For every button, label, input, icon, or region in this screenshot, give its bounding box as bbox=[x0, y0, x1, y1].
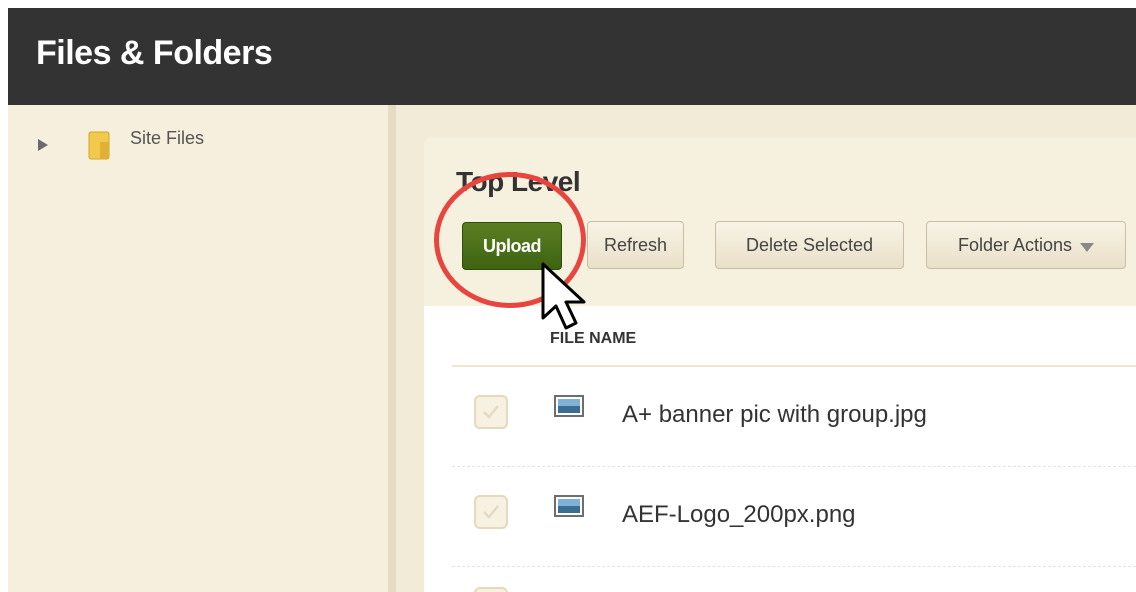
image-file-icon bbox=[554, 395, 584, 417]
row-checkbox[interactable] bbox=[474, 495, 508, 529]
image-file-icon bbox=[554, 495, 584, 517]
row-checkbox[interactable] bbox=[474, 587, 508, 592]
check-icon bbox=[483, 405, 499, 419]
top-header-bar: Files & Folders bbox=[8, 8, 1136, 105]
table-row[interactable]: AEF-Logo_200px.png bbox=[452, 467, 1136, 567]
folder-actions-button[interactable]: Folder Actions bbox=[926, 221, 1126, 269]
file-name-link[interactable]: AEF-Logo_200px.png bbox=[622, 501, 856, 529]
refresh-button[interactable]: Refresh bbox=[587, 221, 684, 269]
folder-actions-label: Folder Actions bbox=[957, 234, 1073, 255]
sidebar bbox=[8, 105, 388, 592]
chevron-down-icon bbox=[1080, 242, 1095, 252]
sidebar-item-site-files[interactable]: Site Files bbox=[28, 128, 204, 162]
folder-icon bbox=[88, 131, 110, 160]
check-icon bbox=[483, 505, 499, 519]
row-checkbox[interactable] bbox=[474, 395, 508, 429]
file-name-link[interactable]: A+ banner pic with group.jpg bbox=[622, 401, 927, 429]
sidebar-item-label: Site Files bbox=[130, 127, 205, 148]
table-row[interactable]: A+ banner pic with group.jpg bbox=[452, 367, 1136, 467]
table-row[interactable] bbox=[452, 567, 1136, 592]
delete-selected-button[interactable]: Delete Selected bbox=[715, 221, 904, 269]
expand-arrow-icon[interactable] bbox=[38, 139, 48, 151]
page-title: Files & Folders bbox=[36, 34, 273, 72]
sidebar-splitter[interactable] bbox=[388, 105, 396, 592]
mouse-pointer-icon bbox=[541, 262, 586, 330]
